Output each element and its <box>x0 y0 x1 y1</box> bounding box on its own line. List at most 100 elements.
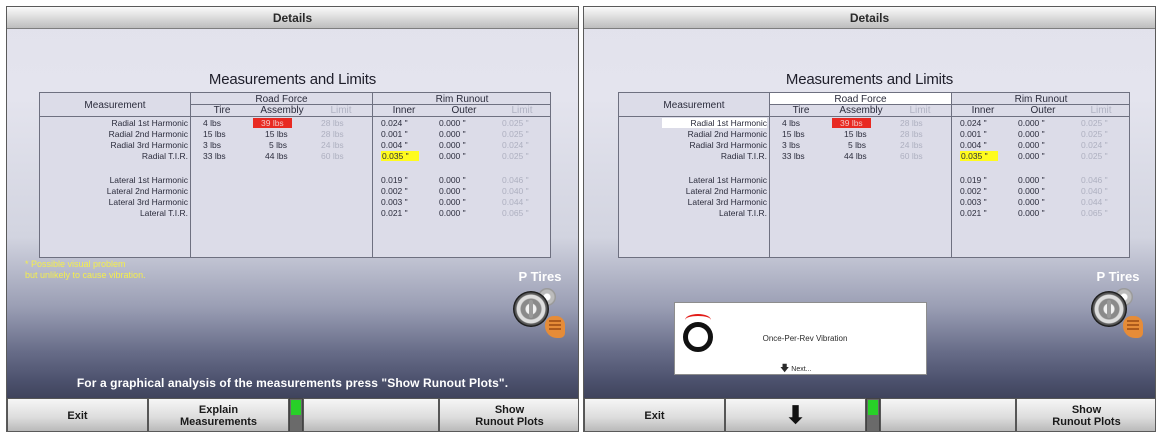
road-force-header[interactable]: Road Force <box>770 94 951 105</box>
tire-type-label: P Tires <box>1096 269 1140 284</box>
visual-problem-note: * Possible visual problem but unlikely t… <box>25 259 265 281</box>
hand-icon <box>1123 316 1143 338</box>
row-label: Lateral T.I.R. <box>139 208 188 218</box>
tire-value: 4 lbs <box>203 118 221 128</box>
button-label-line-1: Explain <box>198 403 239 416</box>
exit-button[interactable]: Exit <box>7 398 148 431</box>
inner-value: 0.035 " <box>381 151 419 162</box>
tire-col-header: Tire <box>792 105 810 116</box>
limit-runout-value: 0.025 " <box>1081 129 1108 139</box>
outer-value: 0.000 " <box>439 129 466 139</box>
limit-value: 28 lbs <box>321 118 344 128</box>
limit-col-header: Limit <box>330 105 352 116</box>
inner-col-header: Inner <box>392 105 416 116</box>
limit-runout-value: 0.024 " <box>502 140 529 150</box>
outer-value: 0.000 " <box>1018 118 1045 128</box>
assembly-value: 15 lbs <box>265 129 288 139</box>
button-label-line-1: Show <box>1071 403 1102 416</box>
limit-runout-value: 0.024 " <box>1081 140 1108 150</box>
inner-value: 0.024 " <box>960 118 987 128</box>
row-label: Lateral 2nd Harmonic <box>106 186 188 196</box>
details-screen-right: Details Measurements and Limits Measurem… <box>583 6 1156 432</box>
popup-next-label: Next... <box>791 366 812 373</box>
row-label: Radial 3rd Harmonic <box>689 140 767 150</box>
assembly-value: 15 lbs <box>844 129 867 139</box>
show-runout-plots-button[interactable]: Show Runout Plots <box>439 398 578 431</box>
blank-button[interactable] <box>880 398 1016 431</box>
button-label-line-2: Measurements <box>179 415 258 428</box>
row-label: Lateral 2nd Harmonic <box>685 186 767 196</box>
inner-value: 0.004 " <box>960 140 987 150</box>
outer-col-header: Outer <box>451 105 477 116</box>
status-indicator <box>866 398 880 431</box>
assembly-value-fail: 39 lbs <box>253 118 292 128</box>
limit-runout-col-header: Limit <box>511 105 533 116</box>
inner-value-warning: 0.035 " <box>960 151 998 161</box>
tire-col-header: Tire <box>213 105 231 116</box>
row-label: Lateral 3rd Harmonic <box>108 197 188 207</box>
button-label-line-2: Runout Plots <box>1052 415 1121 428</box>
inner-value: 0.019 " <box>381 175 408 185</box>
show-runout-plots-button[interactable]: Show Runout Plots <box>1016 398 1155 431</box>
blank-button[interactable] <box>303 398 439 431</box>
inner-value: 0.002 " <box>381 186 408 196</box>
outer-value: 0.000 " <box>439 140 466 150</box>
limit-runout-value: 0.044 " <box>502 197 529 207</box>
outer-value: 0.000 " <box>439 118 466 128</box>
tire-type-label: P Tires <box>518 269 562 284</box>
outer-value: 0.000 " <box>1018 140 1045 150</box>
outer-value: 0.000 " <box>439 175 466 185</box>
down-arrow-icon: 🡇 <box>780 363 790 373</box>
row-label: Lateral 1st Harmonic <box>109 175 188 185</box>
assembly-col-header: Assembly <box>839 105 883 116</box>
inner-value: 0.004 " <box>381 140 408 150</box>
popup-next-link[interactable]: 🡇 Next... <box>780 361 812 377</box>
hand-icon <box>545 316 565 338</box>
outer-value: 0.000 " <box>1018 197 1045 207</box>
limit-col-header: Limit <box>909 105 931 116</box>
row-label: Radial T.I.R. <box>141 151 188 161</box>
limit-runout-value: 0.046 " <box>1081 175 1108 185</box>
outer-value: 0.000 " <box>439 151 466 161</box>
status-indicator <box>289 398 303 431</box>
selected-row-label: Radial 1st Harmonic <box>662 118 767 128</box>
inner-value: 0.035 " <box>960 151 998 162</box>
note-line-2: but unlikely to cause vibration. <box>25 270 146 280</box>
exit-button[interactable]: Exit <box>584 398 725 431</box>
row-label: Lateral 1st Harmonic <box>688 175 767 185</box>
outer-value: 0.000 " <box>1018 186 1045 196</box>
tire-value: 15 lbs <box>203 129 226 139</box>
measurements-table: Measurement Road Force Rim Runout Tire A… <box>618 92 1130 258</box>
button-label-line-1: Show <box>494 403 525 416</box>
assembly-value-fail: 39 lbs <box>832 118 871 128</box>
row-label-selected[interactable]: Radial 1st Harmonic <box>662 118 767 129</box>
assembly-value: 44 lbs <box>844 151 867 161</box>
explain-measurements-button[interactable]: Explain Measurements <box>148 398 289 431</box>
inner-col-header: Inner <box>971 105 995 116</box>
popup-message: Once-Per-Rev Vibration <box>762 334 848 343</box>
limit-runout-value: 0.040 " <box>502 186 529 196</box>
next-down-button[interactable]: ⬇ <box>725 398 866 431</box>
button-bar: Exit Explain Measurements Show Runout Pl… <box>7 398 578 431</box>
inner-value: 0.002 " <box>960 186 987 196</box>
limit-runout-value: 0.025 " <box>502 129 529 139</box>
inner-value-warning: 0.035 " <box>381 151 419 161</box>
limit-runout-value: 0.065 " <box>1081 208 1108 218</box>
limit-value: 24 lbs <box>900 140 923 150</box>
limit-value: 28 lbs <box>900 118 923 128</box>
inner-value: 0.019 " <box>960 175 987 185</box>
limit-value: 24 lbs <box>321 140 344 150</box>
help-text: For a graphical analysis of the measurem… <box>76 376 509 390</box>
tire-value: 3 lbs <box>203 140 221 150</box>
row-label: Radial T.I.R. <box>720 151 767 161</box>
limit-runout-col-header: Limit <box>1090 105 1112 116</box>
inner-value: 0.024 " <box>381 118 408 128</box>
assembly-value: 44 lbs <box>265 151 288 161</box>
outer-value: 0.000 " <box>1018 175 1045 185</box>
limit-runout-value: 0.025 " <box>1081 151 1108 161</box>
tire-value: 4 lbs <box>782 118 800 128</box>
vibration-help-popup[interactable]: Once-Per-Rev Vibration 🡇 Next... <box>674 302 927 375</box>
assembly-value: 5 lbs <box>269 140 287 150</box>
row-label: Lateral 3rd Harmonic <box>687 197 767 207</box>
assembly-value: 39 lbs <box>253 118 292 129</box>
